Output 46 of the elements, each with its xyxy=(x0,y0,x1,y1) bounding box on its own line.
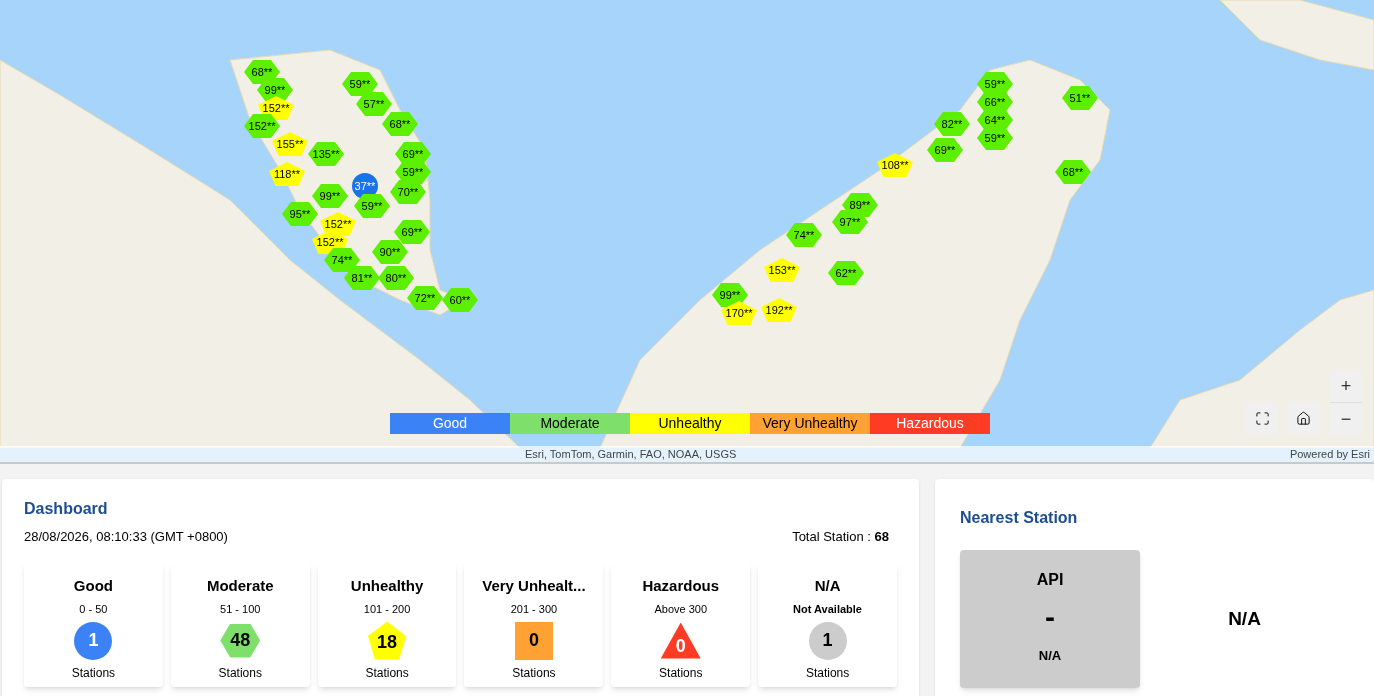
category-name: Good xyxy=(73,575,113,596)
stations-label: Stations xyxy=(512,664,556,682)
stations-label: Stations xyxy=(365,664,409,682)
api-status: N/A xyxy=(1038,647,1062,665)
expand-icon xyxy=(1254,410,1270,426)
dashboard-title: Dashboard xyxy=(24,499,109,519)
category-name: Moderate xyxy=(206,575,274,596)
legend-item: Hazardous xyxy=(870,413,990,434)
station-count: 48 xyxy=(220,623,261,658)
station-count: 18 xyxy=(368,621,407,660)
legend-item: Very Unhealthy xyxy=(750,413,870,434)
category-range: Above 300 xyxy=(654,602,708,617)
attribution-text: Esri, TomTom, Garmin, FAO, NOAA, USGS xyxy=(525,446,737,462)
stations-label: Stations xyxy=(805,664,850,682)
legend-item: Moderate xyxy=(510,413,630,434)
home-button[interactable] xyxy=(1287,402,1319,434)
station-count: 1 xyxy=(808,621,847,660)
category-name: Very Unhealt... xyxy=(482,575,586,596)
stations-label: Stations xyxy=(71,664,116,682)
stations-label: Stations xyxy=(218,664,262,682)
category-range: 101 - 200 xyxy=(363,602,411,617)
nearest-station-title: Nearest Station xyxy=(960,508,1079,528)
station-count: 1 xyxy=(74,621,113,660)
station-count: 0 xyxy=(660,622,701,659)
category-range: Not Available xyxy=(793,602,862,617)
powered-by-text: Powered by Esri xyxy=(1289,446,1370,462)
category-name: Unhealthy xyxy=(350,575,424,596)
zoom-out-button[interactable]: − xyxy=(1330,403,1362,435)
legend-item: Good xyxy=(390,413,510,434)
station-name: N/A xyxy=(1227,606,1262,631)
home-icon xyxy=(1295,410,1311,426)
station-count: 0 xyxy=(514,621,553,660)
category-range: 201 - 300 xyxy=(510,602,558,617)
category-name: N/A xyxy=(814,575,841,596)
total-station-text: Total Station : 68 xyxy=(792,528,889,546)
category-range: 51 - 100 xyxy=(220,602,261,617)
station-marker[interactable]: 95** xyxy=(282,202,318,226)
stations-label: Stations xyxy=(659,664,703,682)
category-range: 0 - 50 xyxy=(79,602,108,617)
station-marker[interactable]: 60** xyxy=(442,288,478,312)
api-label: API xyxy=(1036,570,1064,590)
category-name: Hazardous xyxy=(642,575,720,596)
datetime-text: 28/08/2026, 08:10:33 (GMT +0800) xyxy=(24,528,228,546)
api-value: - xyxy=(1045,602,1055,632)
zoom-in-button[interactable]: + xyxy=(1330,370,1362,402)
legend-item: Unhealthy xyxy=(630,413,750,434)
